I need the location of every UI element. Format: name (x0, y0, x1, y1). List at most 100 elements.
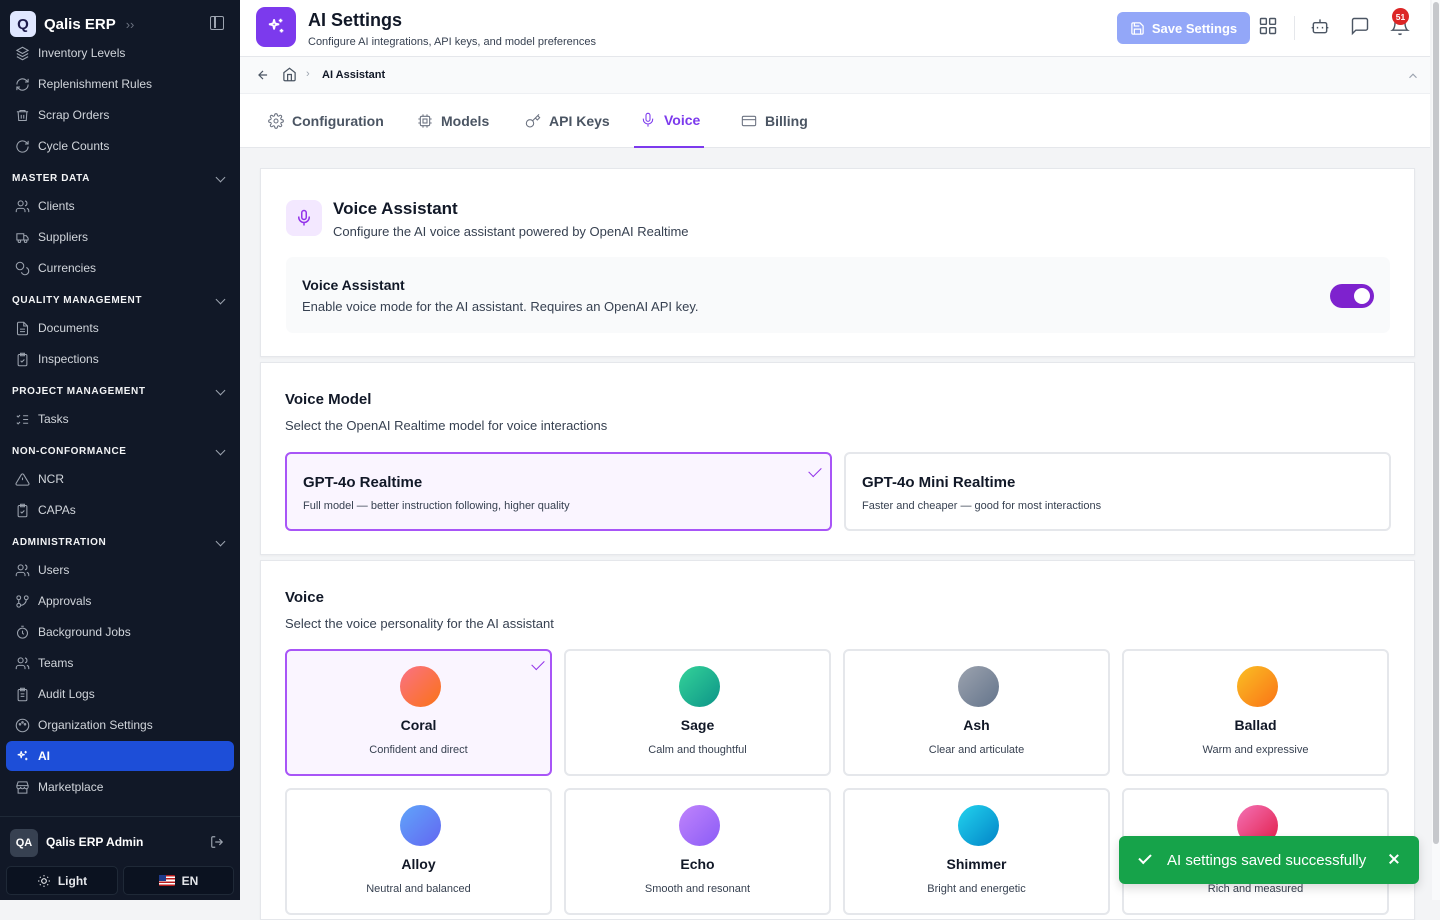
voice-assistant-toggle[interactable] (1330, 284, 1374, 308)
timer-icon (16, 625, 29, 639)
bot-icon[interactable] (1310, 16, 1332, 38)
voice-orb (958, 666, 999, 707)
toast-message: AI settings saved successfully (1167, 852, 1367, 869)
sidebar-item-marketplace[interactable]: Marketplace (6, 772, 234, 802)
section-header-quality-management[interactable]: QUALITY MANAGEMENT (12, 294, 228, 306)
voice-assistant-title: Voice Assistant (333, 199, 458, 218)
voice-option[interactable]: Shimmer Bright and energetic (843, 788, 1110, 915)
theme-toggle-button[interactable]: Light (6, 866, 118, 895)
voice-model-title: Voice Model (285, 391, 372, 408)
sidebar-item-label: Scrap Orders (38, 108, 110, 122)
sidebar-item-ai[interactable]: AI (6, 741, 234, 771)
section-header-project-management[interactable]: PROJECT MANAGEMENT (12, 385, 228, 397)
sidebar-collapse-icon[interactable] (210, 16, 224, 30)
chat-icon[interactable] (1350, 16, 1372, 38)
user-bar: QA Qalis ERP Admin Light EN (0, 816, 240, 900)
sidebar-item-audit-logs[interactable]: Audit Logs (6, 679, 234, 709)
voice-option[interactable]: Coral Confident and direct (285, 649, 552, 776)
sidebar-item-label: Documents (38, 321, 99, 335)
sidebar-item-label: AI (38, 749, 50, 763)
tab-voice[interactable]: Voice (634, 94, 705, 148)
apps-grid-icon[interactable] (1258, 16, 1280, 38)
save-settings-button[interactable]: Save Settings (1117, 12, 1250, 44)
chevron-down-icon (215, 385, 226, 395)
sparkles-icon (17, 750, 28, 760)
voice-name: Ash (963, 717, 990, 733)
sidebar-item-label: Tasks (38, 412, 69, 426)
clipboard-check-icon (17, 352, 28, 366)
tab-billing[interactable]: Billing (741, 94, 808, 148)
avatar[interactable]: QA (10, 829, 38, 857)
voice-option[interactable]: Echo Smooth and resonant (564, 788, 831, 915)
credit-card-icon (741, 115, 757, 127)
section-header-non-conformance[interactable]: NON-CONFORMANCE (12, 445, 228, 457)
chevron-right-icon: ›› (125, 16, 135, 32)
warning-icon (15, 472, 30, 486)
gear-icon (268, 113, 284, 129)
chevron-up-icon[interactable] (1406, 69, 1420, 83)
voice-option[interactable]: Sage Calm and thoughtful (564, 649, 831, 776)
language-label: EN (181, 873, 199, 888)
sidebar-item-tasks[interactable]: Tasks (6, 404, 234, 434)
app-logo: Q (10, 11, 36, 37)
document-icon (16, 321, 29, 335)
sidebar-item-documents[interactable]: Documents (6, 313, 234, 343)
tab-label: Billing (765, 113, 808, 129)
sidebar-item-replenishment-rules[interactable]: Replenishment Rules (6, 69, 234, 99)
page-scrollbar[interactable] (1432, 0, 1440, 900)
sidebar-item-users[interactable]: Users (6, 555, 234, 585)
voice-toggle-desc: Enable voice mode for the AI assistant. … (302, 299, 699, 314)
sidebar-item-label: Marketplace (38, 780, 104, 794)
sidebar-item-label: Replenishment Rules (38, 77, 153, 91)
voice-orb (679, 666, 720, 707)
sidebar-item-inventory-levels[interactable]: Inventory Levels (6, 38, 234, 68)
voice-name: Shimmer (946, 856, 1007, 872)
page-header: AI Settings Configure AI integrations, A… (240, 0, 1430, 57)
voice-description: Calm and thoughtful (648, 744, 747, 756)
voice-model-option[interactable]: GPT-4o Mini Realtime Faster and cheaper —… (844, 452, 1391, 531)
close-icon[interactable] (1387, 852, 1401, 866)
voice-name: Sage (680, 717, 715, 733)
sidebar-item-approvals[interactable]: Approvals (6, 586, 234, 616)
sidebar-item-inspections[interactable]: Inspections (6, 344, 234, 374)
sidebar-item-currencies[interactable]: Currencies (6, 253, 234, 283)
language-button[interactable]: EN (123, 866, 234, 895)
theme-label: Light (57, 873, 88, 888)
section-title: ADMINISTRATION (12, 537, 107, 548)
voice-option[interactable]: Alloy Neutral and balanced (285, 788, 552, 915)
model-name: GPT-4o Mini Realtime (862, 474, 1016, 491)
sidebar-item-scrap-orders[interactable]: Scrap Orders (6, 100, 234, 130)
layers-icon (15, 46, 30, 60)
voice-model-card: Voice Model Select the OpenAI Realtime m… (260, 362, 1415, 555)
sidebar-item-suppliers[interactable]: Suppliers (6, 222, 234, 252)
voice-name: Ballad (1234, 717, 1277, 733)
sidebar-item-capas[interactable]: CAPAs (6, 495, 234, 525)
back-arrow-icon[interactable] (256, 68, 270, 82)
home-icon[interactable] (282, 67, 297, 82)
logout-icon[interactable] (210, 835, 224, 849)
chevron-down-icon (215, 536, 226, 546)
section-header-administration[interactable]: ADMINISTRATION (12, 536, 228, 548)
sidebar-item-background-jobs[interactable]: Background Jobs (6, 617, 234, 647)
voice-orb (679, 805, 720, 846)
tab-configuration[interactable]: Configuration (268, 94, 384, 148)
section-header-master-data[interactable]: MASTER DATA (12, 172, 228, 184)
header-divider (1294, 16, 1295, 40)
voice-description: Bright and energetic (927, 883, 1026, 895)
tab-models[interactable]: Models (417, 94, 489, 148)
sidebar-item-ncr[interactable]: NCR (6, 464, 234, 494)
sidebar-item-teams[interactable]: Teams (6, 648, 234, 678)
tab-api-keys[interactable]: API Keys (525, 94, 610, 148)
sidebar-item-clients[interactable]: Clients (6, 191, 234, 221)
sidebar-item-organization-settings[interactable]: Organization Settings (6, 710, 234, 740)
voice-option[interactable]: Ballad Warm and expressive (1122, 649, 1389, 776)
voice-model-option[interactable]: GPT-4o Realtime Full model — better instr… (285, 452, 832, 531)
success-toast: AI settings saved successfully (1119, 836, 1419, 884)
sidebar-item-cycle-counts[interactable]: Cycle Counts (6, 131, 234, 161)
app-name: Qalis ERP (44, 15, 116, 33)
voice-description: Neutral and balanced (366, 883, 471, 895)
coins-icon (15, 261, 30, 275)
brand[interactable]: Q Qalis ERP ›› (10, 10, 134, 38)
tab-label: Models (441, 113, 490, 129)
voice-option[interactable]: Ash Clear and articulate (843, 649, 1110, 776)
